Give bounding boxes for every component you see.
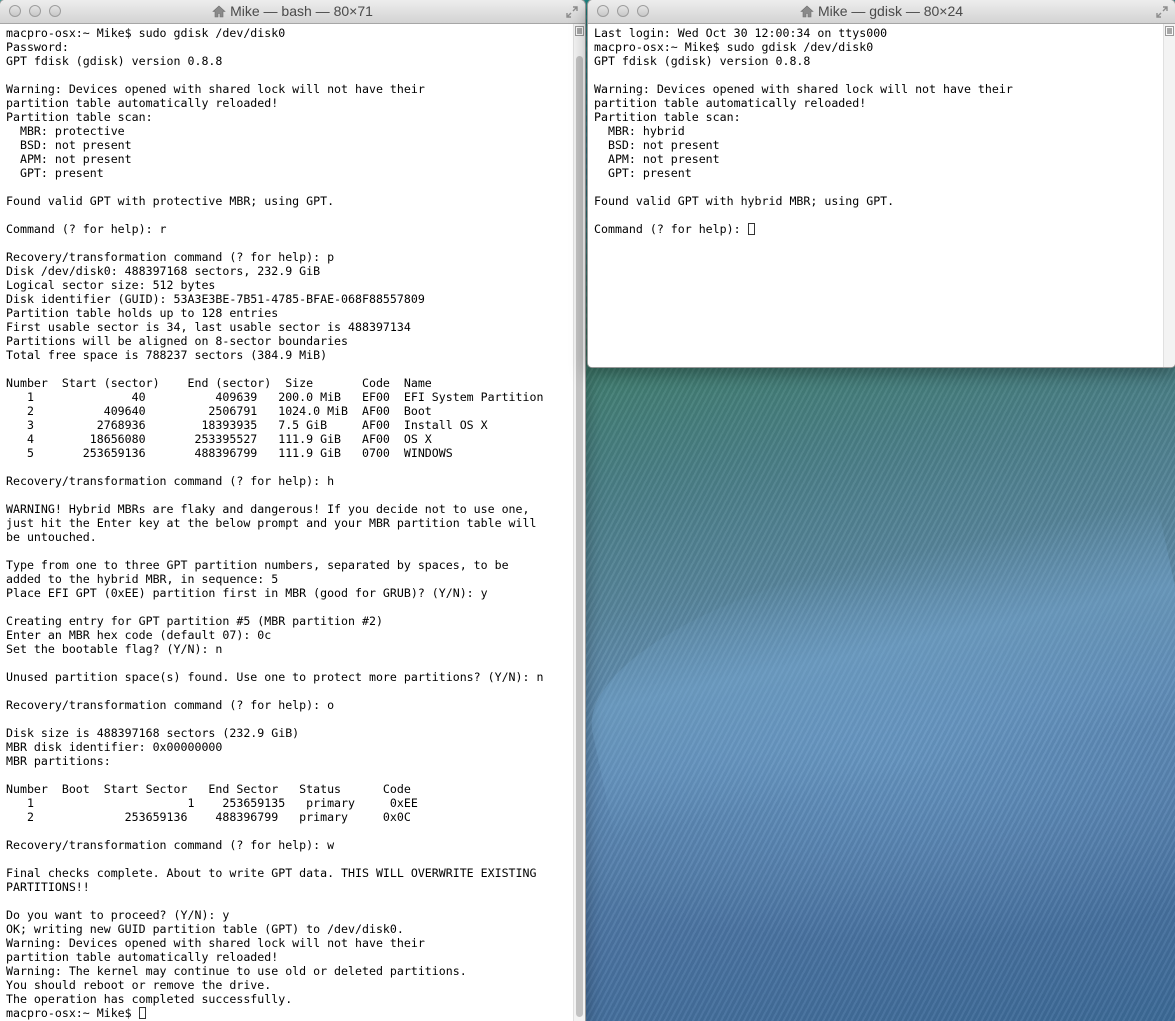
terminal-line: MBR partitions: — [6, 754, 111, 768]
terminal-line: Found valid GPT with hybrid MBR; using G… — [594, 194, 895, 208]
terminal-line: Found valid GPT with protective MBR; usi… — [6, 194, 335, 208]
terminal-line: MBR disk identifier: 0x00000000 — [6, 740, 223, 754]
terminal-content[interactable]: Last login: Wed Oct 30 12:00:34 on ttys0… — [588, 24, 1163, 367]
terminal-line: The operation has completed successfully… — [6, 992, 293, 1006]
terminal-line: MBR: protective — [6, 124, 125, 138]
terminal-line: partition table automatically reloaded! — [6, 96, 279, 110]
terminal-line: just hit the Enter key at the below prom… — [6, 516, 537, 530]
terminal-line: 3 2768936 18393935 7.5 GiB AF00 Install … — [6, 418, 488, 432]
terminal-line: Password: — [6, 40, 69, 54]
terminal-line: 2 409640 2506791 1024.0 MiB AF00 Boot — [6, 404, 432, 418]
window-title: Mike — bash — 80×71 — [0, 3, 585, 20]
terminal-line: Place EFI GPT (0xEE) partition first in … — [6, 586, 488, 600]
terminal-output[interactable]: macpro-osx:~ Mike$ sudo gdisk /dev/disk0… — [0, 24, 573, 1020]
terminal-line: Do you want to proceed? (Y/N): y — [6, 908, 230, 922]
terminal-line: 4 18656080 253395527 111.9 GiB AF00 OS X — [6, 432, 432, 446]
terminal-line: WARNING! Hybrid MBRs are flaky and dange… — [6, 502, 530, 516]
terminal-line: be untouched. — [6, 530, 97, 544]
window-title: Mike — gdisk — 80×24 — [588, 3, 1175, 20]
wallpaper-wave — [569, 500, 1175, 840]
home-icon — [800, 5, 814, 18]
terminal-line: Logical sector size: 512 bytes — [6, 278, 216, 292]
terminal-line: Recovery/transformation command (? for h… — [6, 698, 335, 712]
terminal-line: GPT fdisk (gdisk) version 0.8.8 — [594, 54, 811, 68]
terminal-line: GPT fdisk (gdisk) version 0.8.8 — [6, 54, 223, 68]
scroll-menu-icon[interactable] — [1165, 26, 1174, 36]
terminal-line: GPT: present — [6, 166, 104, 180]
terminal-line: macpro-osx:~ Mike$ sudo gdisk /dev/disk0 — [594, 40, 874, 54]
terminal-line: Warning: Devices opened with shared lock… — [6, 936, 425, 950]
window-title-text: Mike — bash — 80×71 — [230, 3, 373, 19]
text-cursor — [138, 1007, 146, 1019]
terminal-line: Recovery/transformation command (? for h… — [6, 838, 335, 852]
terminal-line: BSD: not present — [594, 138, 720, 152]
terminal-line: macpro-osx:~ Mike$ sudo gdisk /dev/disk0 — [6, 26, 286, 40]
scrollbar-thumb[interactable] — [576, 56, 583, 1017]
scroll-menu-icon[interactable] — [575, 26, 584, 36]
terminal-line: Disk /dev/disk0: 488397168 sectors, 232.… — [6, 264, 321, 278]
terminal-line: Set the bootable flag? (Y/N): n — [6, 642, 223, 656]
home-icon — [212, 5, 226, 18]
terminal-line: You should reboot or remove the drive. — [6, 978, 272, 992]
terminal-window-bash[interactable]: Mike — bash — 80×71 macpro-osx:~ Mike$ s… — [0, 0, 585, 1021]
terminal-line: Warning: The kernel may continue to use … — [6, 964, 467, 978]
terminal-output[interactable]: Last login: Wed Oct 30 12:00:34 on ttys0… — [588, 24, 1163, 236]
terminal-prompt: Command (? for help): — [594, 222, 748, 236]
terminal-line: 1 40 409639 200.0 MiB EF00 EFI System Pa… — [6, 390, 544, 404]
terminal-line: Number Boot Start Sector End Sector Stat… — [6, 782, 411, 796]
terminal-line: Partition table holds up to 128 entries — [6, 306, 279, 320]
terminal-line: OK; writing new GUID partition table (GP… — [6, 922, 404, 936]
terminal-line: Disk size is 488397168 sectors (232.9 Gi… — [6, 726, 300, 740]
terminal-line: Creating entry for GPT partition #5 (MBR… — [6, 614, 383, 628]
terminal-line: 5 253659136 488396799 111.9 GiB 0700 WIN… — [6, 446, 453, 460]
vertical-scrollbar[interactable] — [573, 24, 585, 1021]
terminal-line: APM: not present — [594, 152, 720, 166]
terminal-line: Warning: Devices opened with shared lock… — [6, 82, 425, 96]
terminal-line: Recovery/transformation command (? for h… — [6, 250, 335, 264]
terminal-prompt: macpro-osx:~ Mike$ — [6, 1006, 139, 1020]
terminal-line: BSD: not present — [6, 138, 132, 152]
terminal-line: Partition table scan: — [594, 110, 741, 124]
terminal-line: Number Start (sector) End (sector) Size … — [6, 376, 432, 390]
terminal-line: MBR: hybrid — [594, 124, 685, 138]
text-cursor — [747, 223, 755, 235]
terminal-line: GPT: present — [594, 166, 692, 180]
terminal-line: Command (? for help): r — [6, 222, 167, 236]
window-title-text: Mike — gdisk — 80×24 — [817, 3, 964, 19]
terminal-line: partition table automatically reloaded! — [594, 96, 867, 110]
fullscreen-icon[interactable] — [565, 5, 579, 19]
terminal-line: Recovery/transformation command (? for h… — [6, 474, 335, 488]
terminal-line: Partitions will be aligned on 8-sector b… — [6, 334, 349, 348]
terminal-line: Warning: Devices opened with shared lock… — [594, 82, 1013, 96]
terminal-line: Last login: Wed Oct 30 12:00:34 on ttys0… — [594, 26, 888, 40]
window-titlebar[interactable]: Mike — gdisk — 80×24 — [588, 0, 1175, 24]
terminal-line: PARTITIONS!! — [6, 880, 90, 894]
terminal-line: Type from one to three GPT partition num… — [6, 558, 509, 572]
window-titlebar[interactable]: Mike — bash — 80×71 — [0, 0, 585, 24]
terminal-line: First usable sector is 34, last usable s… — [6, 320, 411, 334]
terminal-line: partition table automatically reloaded! — [6, 950, 279, 964]
terminal-content[interactable]: macpro-osx:~ Mike$ sudo gdisk /dev/disk0… — [0, 24, 573, 1021]
terminal-line: Partition table scan: — [6, 110, 153, 124]
terminal-window-gdisk[interactable]: Mike — gdisk — 80×24 Last login: Wed Oct… — [588, 0, 1175, 367]
terminal-line: added to the hybrid MBR, in sequence: 5 — [6, 572, 279, 586]
terminal-line: 2 253659136 488396799 primary 0x0C — [6, 810, 411, 824]
terminal-line: 1 1 253659135 primary 0xEE — [6, 796, 418, 810]
terminal-line: APM: not present — [6, 152, 132, 166]
terminal-line: Disk identifier (GUID): 53A3E3BE-7B51-47… — [6, 292, 425, 306]
vertical-scrollbar[interactable] — [1163, 24, 1175, 367]
terminal-line: Total free space is 788237 sectors (384.… — [6, 348, 328, 362]
terminal-line: Enter an MBR hex code (default 07): 0c — [6, 628, 272, 642]
terminal-line: Unused partition space(s) found. Use one… — [6, 670, 544, 684]
fullscreen-icon[interactable] — [1155, 5, 1169, 19]
terminal-line: Final checks complete. About to write GP… — [6, 866, 537, 880]
